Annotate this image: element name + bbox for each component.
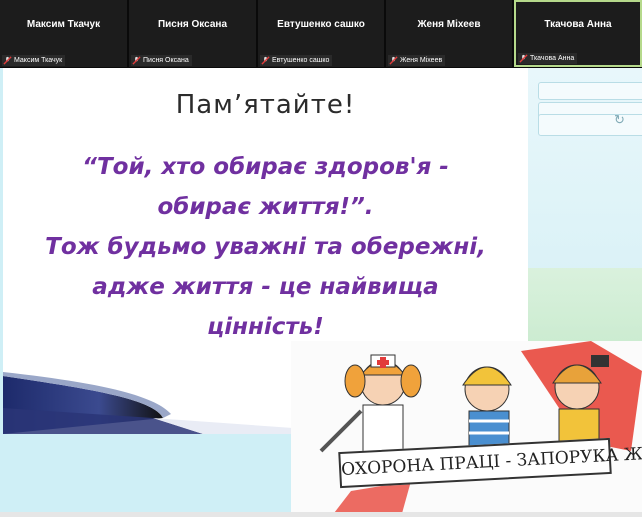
participant-name: Максим Ткачук bbox=[26, 19, 101, 30]
participant-name: Писня Оксана bbox=[157, 19, 228, 30]
background-bar bbox=[538, 82, 642, 100]
refresh-icon: ↻ bbox=[614, 112, 625, 127]
mic-off-icon bbox=[261, 56, 270, 65]
kids-illustration bbox=[291, 341, 642, 517]
participant-label-text: Максим Ткачук bbox=[14, 57, 63, 64]
participant-tile[interactable]: Максим Ткачук Максим Ткачук bbox=[0, 0, 128, 67]
background-address-bar bbox=[538, 114, 642, 136]
slide-quote-line: адже життя - це найвища bbox=[92, 274, 439, 300]
illustration-banner-text: ОХОРОНА ПРАЦІ - ЗАПОРУКА ЖИТТЯ! bbox=[340, 441, 642, 480]
labor-safety-illustration: ОХОРОНА ПРАЦІ - ЗАПОРУКА ЖИТТЯ! bbox=[291, 341, 642, 517]
participant-strip: Максим Ткачук Максим Ткачук Писня Оксана… bbox=[0, 0, 642, 68]
participant-label-text: Писня Оксана bbox=[143, 57, 189, 64]
participant-label: Максим Ткачук bbox=[2, 55, 66, 66]
slide-quote-line: обирає життя!”. bbox=[157, 194, 374, 220]
background-panel bbox=[528, 268, 642, 348]
mic-off-icon bbox=[132, 56, 141, 65]
participant-tile[interactable]: Евтушенко сашко Евтушенко сашко bbox=[258, 0, 385, 67]
participant-label: Евтушенко сашко bbox=[260, 55, 333, 66]
slide-quote-line: цінність! bbox=[207, 314, 324, 340]
slide-quote-line: “Той, хто обирає здоров'я - bbox=[82, 154, 449, 180]
bottom-bar bbox=[0, 512, 642, 517]
participant-label-text: Женя Міхеев bbox=[400, 57, 443, 64]
slide-quote-line: Тож будьмо уважні та обережні, bbox=[45, 234, 486, 260]
participant-name: Евтушенко сашко bbox=[277, 19, 365, 30]
mic-off-icon bbox=[3, 56, 12, 65]
mic-off-icon bbox=[519, 54, 528, 63]
slide-title: Пам’ятайте! bbox=[175, 90, 356, 120]
participant-label: Писня Оксана bbox=[131, 55, 192, 66]
participant-name: Женя Міхеев bbox=[417, 19, 481, 30]
shared-screen: ↻ Пам’ятайте! “Той, хто обирає здоров'я … bbox=[0, 68, 642, 517]
participant-name: Ткачова Анна bbox=[544, 19, 612, 30]
participant-tile[interactable]: Писня Оксана Писня Оксана bbox=[129, 0, 257, 67]
participant-tile[interactable]: Женя Міхеев Женя Міхеев bbox=[386, 0, 513, 67]
slide-swoosh-decoration bbox=[3, 368, 293, 434]
participant-tile-active[interactable]: Ткачова Анна Ткачова Анна bbox=[514, 0, 642, 67]
participant-label: Женя Міхеев bbox=[388, 55, 446, 66]
participant-label: Ткачова Анна bbox=[518, 53, 578, 64]
participant-label-text: Ткачова Анна bbox=[530, 55, 575, 62]
mic-off-icon bbox=[389, 56, 398, 65]
participant-label-text: Евтушенко сашко bbox=[272, 57, 330, 64]
